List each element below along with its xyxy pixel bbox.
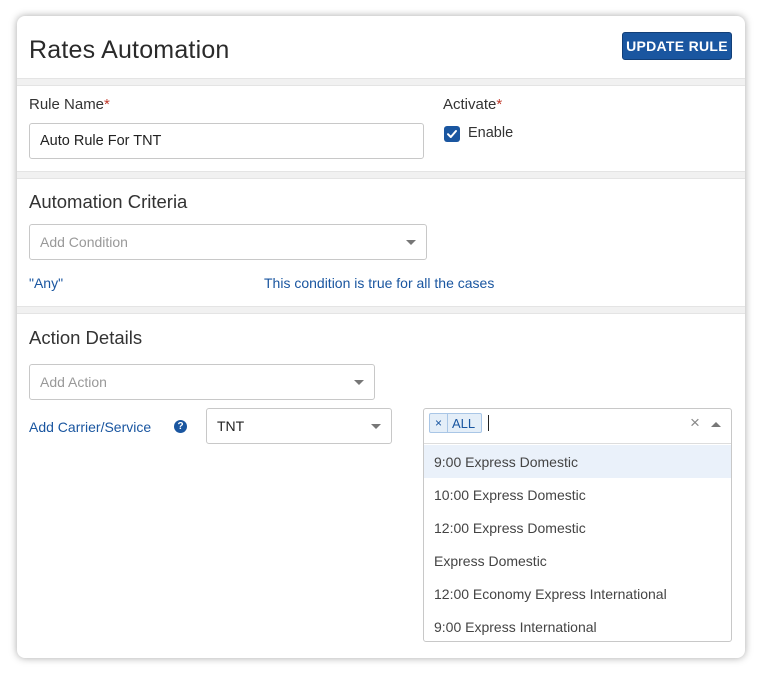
question-circle-icon[interactable]: ? xyxy=(174,420,187,433)
add-condition-placeholder: Add Condition xyxy=(40,234,128,250)
service-multiselect[interactable]: × ALL × 9:00 Express Domestic 10:00 Expr… xyxy=(423,408,732,642)
update-rule-button[interactable]: UPDATE RULE xyxy=(622,32,732,60)
divider xyxy=(17,78,745,86)
service-option[interactable]: Express Domestic xyxy=(424,544,731,577)
add-action-placeholder: Add Action xyxy=(40,374,107,390)
rule-name-input[interactable]: Auto Rule For TNT xyxy=(29,123,424,159)
any-condition-text: "Any" xyxy=(29,275,64,291)
enable-checkbox[interactable] xyxy=(444,126,460,142)
add-action-select[interactable]: Add Action xyxy=(29,364,375,400)
close-icon[interactable]: × xyxy=(690,413,700,433)
rule-card: Rates Automation UPDATE RULE Rule Name* … xyxy=(17,16,745,658)
page-header: Rates Automation UPDATE RULE xyxy=(17,16,745,78)
chevron-down-icon xyxy=(354,380,364,385)
text-cursor xyxy=(488,415,489,431)
activate-label: Activate* xyxy=(443,96,503,113)
chevron-up-icon[interactable] xyxy=(711,422,721,427)
tag-remove-icon[interactable]: × xyxy=(430,414,448,432)
any-condition-description: This condition is true for all the cases xyxy=(264,275,495,291)
rule-name-label: Rule Name* xyxy=(29,96,110,113)
service-tag-label: ALL xyxy=(452,415,476,431)
chevron-down-icon xyxy=(406,240,416,245)
divider xyxy=(17,171,745,179)
service-tag-all: × ALL xyxy=(429,413,482,433)
enable-label: Enable xyxy=(468,125,514,141)
add-condition-select[interactable]: Add Condition xyxy=(29,224,427,260)
service-option[interactable]: 10:00 Express Domestic xyxy=(424,478,731,511)
service-option[interactable]: 9:00 Express International xyxy=(424,610,731,643)
service-option[interactable]: 12:00 Express Domestic xyxy=(424,511,731,544)
add-carrier-service-label: Add Carrier/Service xyxy=(29,419,152,435)
service-option[interactable]: 9:00 Express Domestic xyxy=(424,445,731,478)
service-option[interactable]: 12:00 Economy Express International xyxy=(424,577,731,610)
required-mark: * xyxy=(104,96,110,113)
carrier-select-value: TNT xyxy=(217,418,245,434)
automation-criteria-title: Automation Criteria xyxy=(29,191,188,212)
required-mark: * xyxy=(496,96,503,113)
service-multiselect-header[interactable]: × ALL × xyxy=(424,409,731,444)
divider xyxy=(17,306,745,314)
check-icon xyxy=(447,130,457,138)
chevron-down-icon xyxy=(371,424,381,429)
carrier-select[interactable]: TNT xyxy=(206,408,392,444)
action-details-title: Action Details xyxy=(29,327,143,348)
page-title: Rates Automation xyxy=(29,36,230,64)
